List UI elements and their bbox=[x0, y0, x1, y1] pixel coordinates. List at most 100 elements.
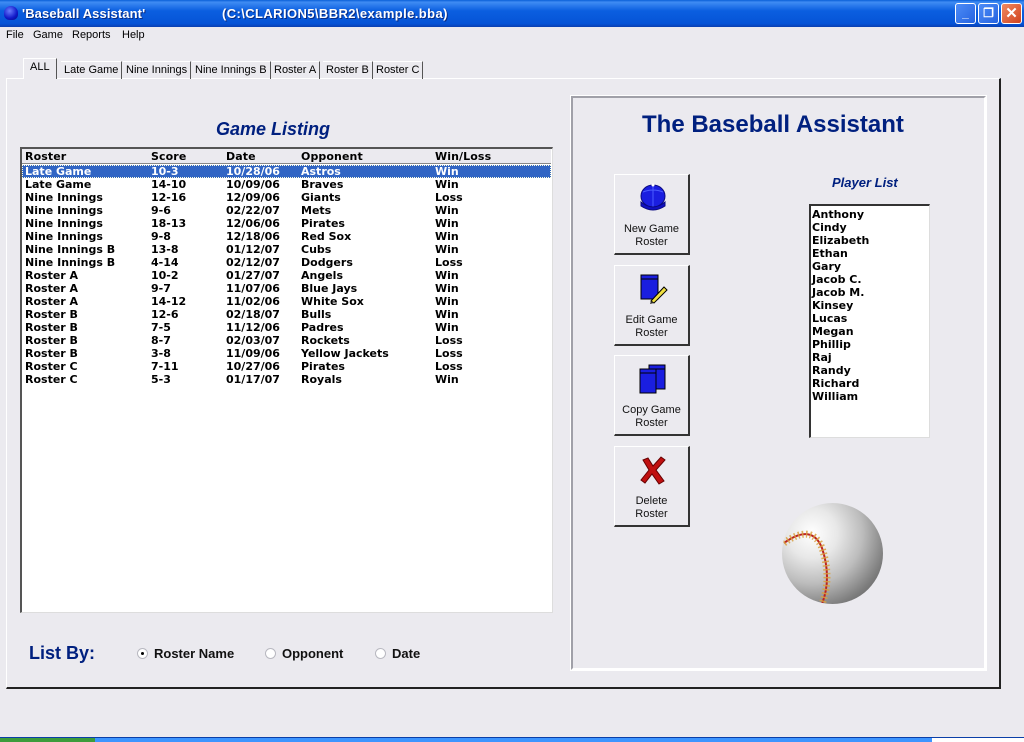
player-item[interactable]: Phillip bbox=[812, 338, 851, 351]
opponent-cell: Astros bbox=[301, 165, 341, 178]
player-item[interactable]: Gary bbox=[812, 260, 841, 273]
edit-pencil-icon bbox=[640, 274, 668, 304]
tab-roster-b[interactable]: Roster B bbox=[323, 61, 373, 79]
game-row[interactable]: Nine Innings 18-13 12/06/06 Pirates Win bbox=[22, 217, 551, 230]
roster-cell: Nine Innings bbox=[25, 217, 103, 230]
game-row[interactable]: Roster B 7-5 11/12/06 Padres Win bbox=[22, 321, 551, 334]
edit-game-roster-button[interactable]: Edit Game Roster bbox=[614, 265, 690, 346]
game-listing-title: Game Listing bbox=[216, 119, 331, 139]
player-item[interactable]: Raj bbox=[812, 351, 832, 364]
player-item[interactable]: Randy bbox=[812, 364, 851, 377]
game-row[interactable]: Roster C 5-3 01/17/07 Royals Win bbox=[22, 373, 551, 386]
radio-indicator[interactable] bbox=[375, 648, 386, 659]
delete-roster-button[interactable]: Delete Roster bbox=[614, 446, 690, 527]
date-cell: 02/12/07 bbox=[226, 256, 280, 269]
radio-date[interactable]: Date bbox=[375, 646, 420, 661]
player-item[interactable]: Megan bbox=[812, 325, 854, 338]
button-label: Copy Game Roster bbox=[622, 404, 681, 429]
window-title: 'Baseball Assistant' bbox=[22, 6, 146, 21]
window-file-path: (C:\CLARION5\BBR2\example.bba) bbox=[222, 6, 448, 21]
tab-late-game[interactable]: Late Game bbox=[61, 61, 123, 79]
column-header-date[interactable]: Date bbox=[226, 150, 256, 163]
score-cell: 9-7 bbox=[151, 282, 171, 295]
minimize-button[interactable]: _ bbox=[955, 3, 976, 24]
win-loss-cell: Win bbox=[435, 295, 459, 308]
roster-cell: Nine Innings bbox=[25, 191, 103, 204]
game-row[interactable]: Nine Innings 12-16 12/09/06 Giants Loss bbox=[22, 191, 551, 204]
column-header-win-loss[interactable]: Win/Loss bbox=[435, 150, 491, 163]
player-item[interactable]: Richard bbox=[812, 377, 859, 390]
game-row[interactable]: Nine Innings B 13-8 01/12/07 Cubs Win bbox=[22, 243, 551, 256]
app-cap-icon bbox=[4, 6, 18, 20]
opponent-cell: Braves bbox=[301, 178, 344, 191]
game-row[interactable]: Late Game 10-3 10/28/06 Astros Win bbox=[22, 165, 551, 178]
date-cell: 02/22/07 bbox=[226, 204, 280, 217]
tab-roster-a[interactable]: Roster A bbox=[271, 61, 321, 79]
score-cell: 9-6 bbox=[151, 204, 171, 217]
opponent-cell: Giants bbox=[301, 191, 341, 204]
tab-roster-c[interactable]: Roster C bbox=[373, 61, 424, 79]
start-button[interactable] bbox=[0, 738, 95, 742]
radio-roster-name[interactable]: Roster Name bbox=[137, 646, 234, 661]
player-item[interactable]: Ethan bbox=[812, 247, 848, 260]
date-cell: 11/09/06 bbox=[226, 347, 280, 360]
radio-opponent[interactable]: Opponent bbox=[265, 646, 344, 661]
game-row[interactable]: Nine Innings 9-8 12/18/06 Red Sox Win bbox=[22, 230, 551, 243]
player-item[interactable]: Elizabeth bbox=[812, 234, 869, 247]
copy-game-roster-button[interactable]: Copy Game Roster bbox=[614, 355, 690, 436]
date-cell: 10/27/06 bbox=[226, 360, 280, 373]
roster-cell: Late Game bbox=[25, 165, 92, 178]
new-game-roster-button[interactable]: New Game Roster bbox=[614, 174, 690, 255]
player-list[interactable]: Anthony Cindy Elizabeth Ethan Gary Jacob C. Ja… bbox=[809, 204, 930, 438]
baseball-image bbox=[782, 503, 883, 604]
menu-game[interactable]: Game bbox=[33, 29, 63, 41]
player-item[interactable]: Kinsey bbox=[812, 299, 853, 312]
game-row[interactable]: Roster A 9-7 11/07/06 Blue Jays Win bbox=[22, 282, 551, 295]
menu-reports[interactable]: Reports bbox=[72, 29, 111, 41]
game-row[interactable]: Roster A 10-2 01/27/07 Angels Win bbox=[22, 269, 551, 282]
player-item[interactable]: Anthony bbox=[812, 208, 864, 221]
score-cell: 12-6 bbox=[151, 308, 179, 321]
date-cell: 10/09/06 bbox=[226, 178, 280, 191]
game-listing-list[interactable]: Roster Score Date Opponent Win/Loss Late… bbox=[20, 147, 553, 613]
date-cell: 11/02/06 bbox=[226, 295, 280, 308]
player-item[interactable]: Cindy bbox=[812, 221, 847, 234]
player-item[interactable]: William bbox=[812, 390, 858, 403]
radio-indicator[interactable] bbox=[265, 648, 276, 659]
game-row[interactable]: Nine Innings B 4-14 02/12/07 Dodgers Loss bbox=[22, 256, 551, 269]
menu-help[interactable]: Help bbox=[122, 29, 145, 41]
game-row[interactable]: Roster A 14-12 11/02/06 White Sox Win bbox=[22, 295, 551, 308]
taskbar bbox=[0, 737, 1024, 742]
column-header-opponent[interactable]: Opponent bbox=[301, 150, 363, 163]
player-item[interactable]: Lucas bbox=[812, 312, 847, 325]
player-item[interactable]: Jacob M. bbox=[812, 286, 864, 299]
date-cell: 01/17/07 bbox=[226, 373, 280, 386]
player-item[interactable]: Jacob C. bbox=[812, 273, 862, 286]
score-cell: 7-5 bbox=[151, 321, 171, 334]
tab-all[interactable]: ALL bbox=[23, 58, 57, 79]
radio-indicator-checked[interactable] bbox=[137, 648, 148, 659]
game-row[interactable]: Nine Innings 9-6 02/22/07 Mets Win bbox=[22, 204, 551, 217]
menu-file[interactable]: File bbox=[6, 29, 24, 41]
tab-nine-innings-b[interactable]: Nine Innings B bbox=[192, 61, 271, 79]
opponent-cell: Royals bbox=[301, 373, 342, 386]
button-label: New Game Roster bbox=[623, 223, 680, 248]
close-button[interactable]: ✕ bbox=[1001, 3, 1022, 24]
radio-label: Opponent bbox=[282, 646, 344, 661]
date-cell: 10/28/06 bbox=[226, 165, 280, 178]
game-row[interactable]: Roster B 12-6 02/18/07 Bulls Win bbox=[22, 308, 551, 321]
roster-cell: Late Game bbox=[25, 178, 92, 191]
score-cell: 8-7 bbox=[151, 334, 171, 347]
tab-nine-innings[interactable]: Nine Innings bbox=[123, 61, 192, 79]
win-loss-cell: Win bbox=[435, 204, 459, 217]
maximize-button[interactable]: ❐ bbox=[978, 3, 999, 24]
win-loss-cell: Win bbox=[435, 308, 459, 321]
date-cell: 02/18/07 bbox=[226, 308, 280, 321]
column-header-score[interactable]: Score bbox=[151, 150, 186, 163]
game-row[interactable]: Late Game 14-10 10/09/06 Braves Win bbox=[22, 178, 551, 191]
game-row[interactable]: Roster C 7-11 10/27/06 Pirates Loss bbox=[22, 360, 551, 373]
score-cell: 13-8 bbox=[151, 243, 179, 256]
column-header-roster[interactable]: Roster bbox=[25, 150, 66, 163]
game-row[interactable]: Roster B 8-7 02/03/07 Rockets Loss bbox=[22, 334, 551, 347]
game-row[interactable]: Roster B 3-8 11/09/06 Yellow Jackets Loss bbox=[22, 347, 551, 360]
